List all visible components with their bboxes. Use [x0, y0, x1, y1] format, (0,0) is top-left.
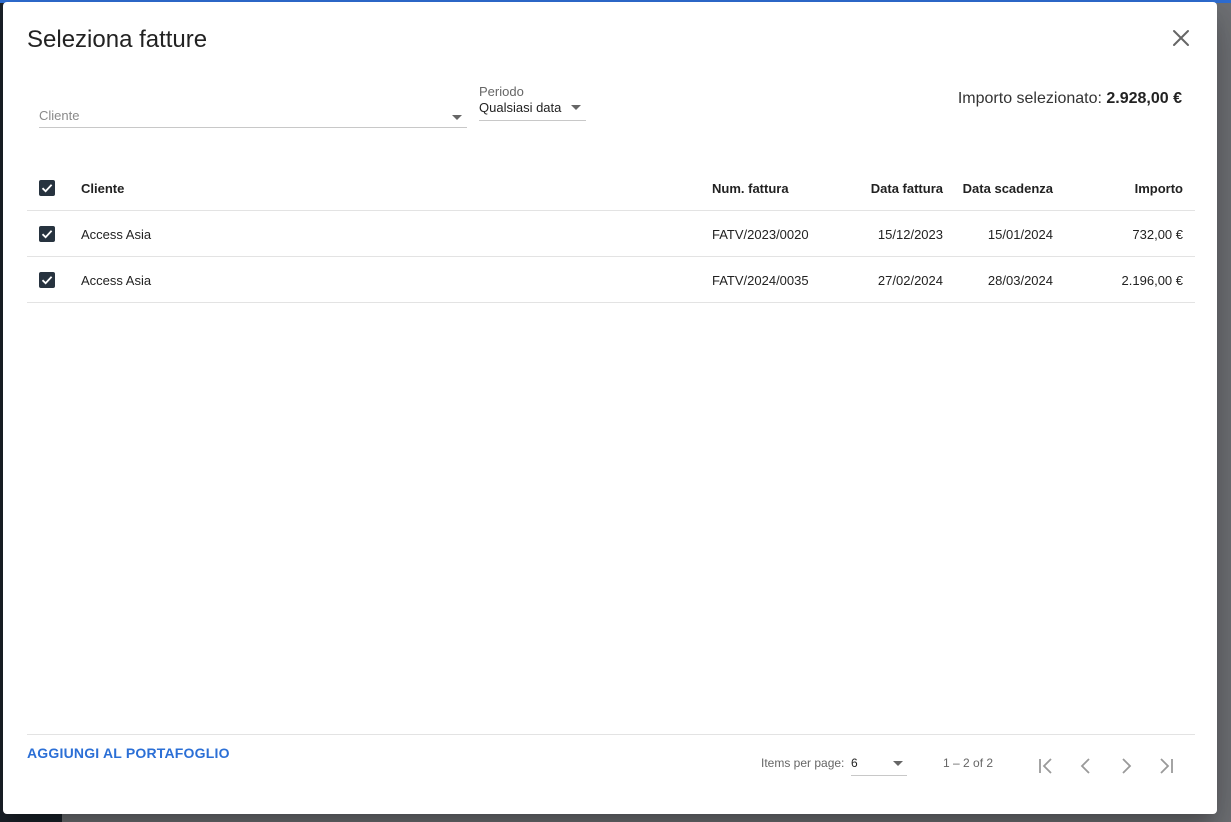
column-header-cliente[interactable]: Cliente: [81, 181, 124, 196]
cliente-placeholder: Cliente: [39, 108, 80, 123]
first-page-icon: [1039, 758, 1052, 774]
cell-data-scadenza: 28/03/2024: [987, 273, 1053, 288]
cell-num-fattura: FATV/2023/0020: [712, 227, 809, 242]
cell-cliente: Access Asia: [81, 227, 152, 242]
pagination-range: 1 – 2 of 2: [943, 756, 994, 770]
column-header-data-fattura[interactable]: Data fattura: [871, 181, 943, 196]
row-checkbox[interactable]: [39, 226, 55, 242]
items-per-page-value: 6: [851, 756, 858, 770]
chevron-left-icon: [1080, 758, 1090, 774]
previous-page-button[interactable]: [1070, 750, 1102, 782]
table-row[interactable]: Access Asia FATV/2023/0020 15/12/2023 15…: [27, 211, 1195, 257]
chevron-right-icon: [1122, 758, 1132, 774]
select-invoices-dialog: Seleziona fatture Cliente Periodo Qualsi…: [3, 2, 1217, 814]
cell-importo: 732,00 €: [1132, 227, 1183, 242]
items-per-page-select[interactable]: 6: [851, 751, 907, 776]
next-page-button[interactable]: [1110, 750, 1142, 782]
chevron-down-icon: [893, 761, 903, 766]
close-icon: [1173, 30, 1189, 46]
cell-data-scadenza: 15/01/2024: [987, 227, 1053, 242]
cell-data-fattura: 15/12/2023: [877, 227, 943, 242]
cell-cliente: Access Asia: [81, 273, 152, 288]
cell-num-fattura: FATV/2024/0035: [712, 273, 809, 288]
check-icon: [41, 184, 53, 193]
row-checkbox[interactable]: [39, 272, 55, 288]
dialog-title: Seleziona fatture: [27, 26, 208, 53]
last-page-button[interactable]: [1150, 750, 1182, 782]
check-icon: [41, 276, 53, 285]
items-per-page-label: Items per page:: [761, 756, 845, 770]
selected-amount: Importo selezionato: 2.928,00 €: [958, 90, 1182, 108]
check-icon: [41, 230, 53, 239]
column-header-importo[interactable]: Importo: [1135, 181, 1183, 196]
close-button[interactable]: [1165, 22, 1197, 54]
periodo-label: Periodo: [479, 84, 524, 99]
first-page-button[interactable]: [1030, 750, 1062, 782]
last-page-icon: [1160, 758, 1173, 774]
column-header-num-fattura[interactable]: Num. fattura: [712, 181, 789, 196]
table-row[interactable]: Access Asia FATV/2024/0035 27/02/2024 28…: [27, 257, 1195, 303]
selected-amount-label: Importo selezionato:: [957, 90, 1102, 107]
cell-importo: 2.196,00 €: [1121, 273, 1183, 288]
table-header-row: Cliente Num. fattura Data fattura Data s…: [27, 165, 1195, 211]
invoices-table: Cliente Num. fattura Data fattura Data s…: [27, 165, 1195, 303]
selected-amount-value: 2.928,00 €: [1106, 90, 1182, 107]
add-to-portfolio-button[interactable]: AGGIUNGI AL PORTAFOGLIO: [27, 745, 230, 761]
chevron-down-icon: [571, 105, 581, 110]
footer-divider: [27, 734, 1195, 735]
column-header-data-scadenza[interactable]: Data scadenza: [963, 181, 1053, 196]
periodo-value: Qualsiasi data: [479, 100, 562, 115]
cliente-select[interactable]: Cliente: [39, 102, 467, 128]
select-all-checkbox[interactable]: [39, 180, 55, 196]
periodo-select[interactable]: Periodo Qualsiasi data: [479, 82, 586, 121]
cell-data-fattura: 27/02/2024: [877, 273, 943, 288]
chevron-down-icon: [452, 115, 462, 120]
